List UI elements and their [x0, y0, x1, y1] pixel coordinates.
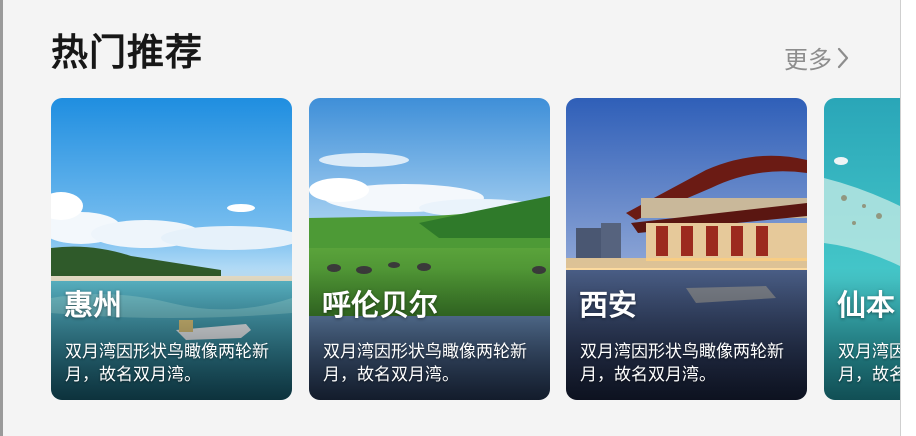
card-description: 双月湾因形状鸟瞰像两轮新月，故名双月湾。: [323, 342, 527, 385]
card-description: 双月湾因形状鸟瞰像两轮新月，故名双月湾。: [838, 342, 901, 385]
card-description: 双月湾因形状鸟瞰像两轮新月，故名双月湾。: [580, 342, 784, 385]
destination-card-hulunbuir[interactable]: 呼伦贝尔 双月湾因形状鸟瞰像两轮新月，故名双月湾。: [309, 98, 550, 400]
scrollbar-track: [900, 0, 916, 436]
destination-card-semporna[interactable]: 仙本 双月湾因形状鸟瞰像两轮新月，故名双月湾。: [824, 98, 901, 400]
card-title: 惠州: [64, 288, 123, 322]
destination-card-huizhou[interactable]: 惠州 双月湾因形状鸟瞰像两轮新月，故名双月湾。: [51, 98, 292, 400]
destination-card-xian[interactable]: 西安 双月湾因形状鸟瞰像两轮新月，故名双月湾。: [566, 98, 807, 400]
card-title: 仙本: [837, 288, 896, 322]
more-link[interactable]: 更多: [784, 40, 849, 75]
card-title: 呼伦贝尔: [322, 288, 439, 322]
card-title: 西安: [579, 288, 638, 322]
card-description: 双月湾因形状鸟瞰像两轮新月，故名双月湾。: [65, 342, 269, 385]
chevron-right-icon: [837, 47, 849, 68]
more-label: 更多: [784, 46, 832, 74]
section-title: 热门推荐: [51, 31, 203, 74]
recommend-panel: 热门推荐 更多 惠州 双月湾因形状鸟瞰像两轮新月，故名双月湾。 呼伦贝尔 双月湾…: [3, 0, 901, 436]
